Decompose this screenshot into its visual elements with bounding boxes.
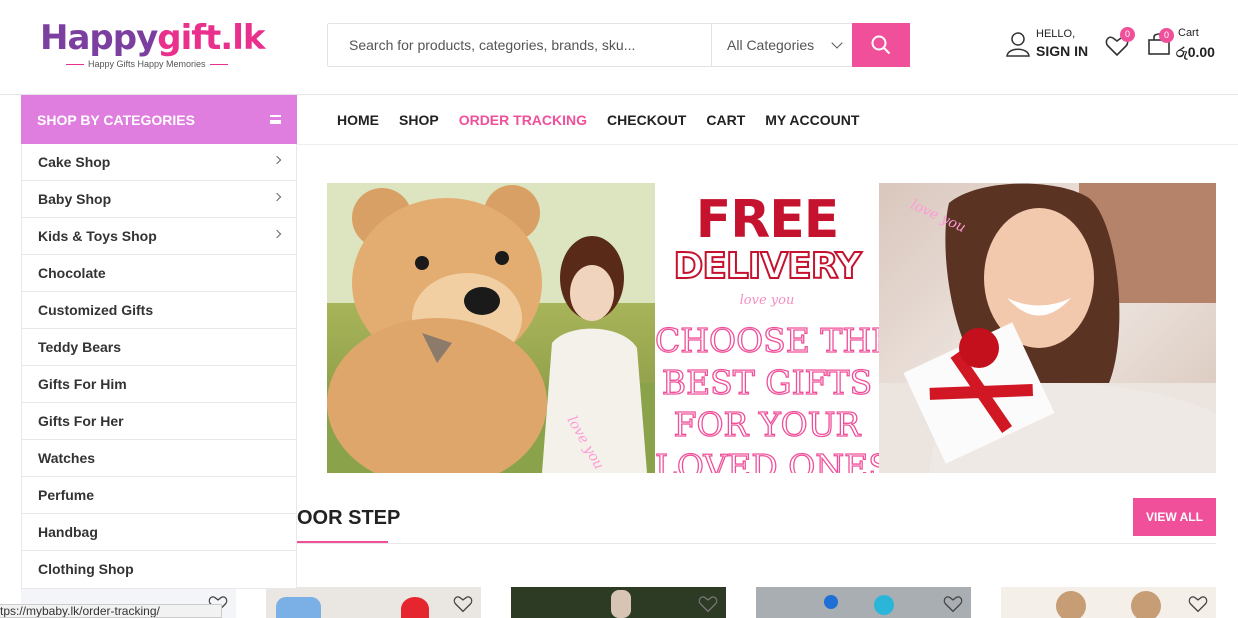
product-thumbnail [276, 597, 321, 618]
banner-love-small: love you [739, 293, 795, 308]
logo-tagline: Happy Gifts Happy Memories [62, 59, 232, 69]
banner-free-delivery: FREE DELIVERY love you CHOOSE THE BEST G… [654, 183, 896, 473]
section-divider [297, 543, 1216, 544]
nav-my-account[interactable]: MY ACCOUNT [765, 112, 859, 128]
category-item-kids-toys-shop[interactable]: Kids & Toys Shop [22, 218, 296, 255]
heart-icon[interactable] [453, 595, 473, 613]
product-card[interactable] [756, 587, 971, 618]
banner-woman-gift-image: love you [879, 183, 1216, 473]
section-title: OOR STEP [297, 507, 401, 529]
hero-banner[interactable]: love you FREE DELIVERY love you CHOOSE T… [327, 183, 1216, 473]
category-item-label: Teddy Bears [38, 339, 121, 355]
product-card[interactable] [266, 587, 481, 618]
sign-in-label: SIGN IN [1036, 43, 1089, 59]
search-bar: All Categories [327, 23, 910, 67]
category-item-cake-shop[interactable]: Cake Shop [22, 144, 296, 181]
banner-headline: FREE [695, 190, 840, 250]
chevron-right-icon [272, 192, 282, 202]
user-icon [1006, 32, 1030, 57]
main-nav: HOME SHOP ORDER TRACKING CHECKOUT CART M… [337, 112, 879, 128]
cart-label: Cart [1178, 27, 1199, 39]
shop-by-categories-label: SHOP BY CATEGORIES [37, 112, 195, 128]
banner-teddy-image: love you [327, 183, 655, 473]
browser-status-url: tps://mybaby.lk/order-tracking/ [0, 604, 222, 618]
nav-cart[interactable]: CART [706, 112, 745, 128]
category-item-clothing-shop[interactable]: Clothing Shop [22, 551, 296, 588]
category-dropdown: Cake Shop Baby Shop Kids & Toys Shop Cho… [21, 144, 297, 589]
wishlist-count-badge: 0 [1120, 27, 1135, 42]
wishlist-button[interactable]: 0 [1105, 27, 1135, 60]
category-item-watches[interactable]: Watches [22, 440, 296, 477]
section-title-underline [297, 541, 388, 543]
category-item-teddy-bears[interactable]: Teddy Bears [22, 329, 296, 366]
search-icon [871, 35, 891, 55]
nav-order-tracking[interactable]: ORDER TRACKING [459, 112, 587, 128]
heart-icon[interactable] [943, 595, 963, 613]
logo-wordmark: Happygift.lk [40, 18, 265, 58]
category-item-label: Handbag [38, 524, 98, 540]
product-thumbnail-ball [874, 595, 894, 615]
product-thumbnail-2 [1131, 591, 1161, 618]
shop-by-categories-button[interactable]: SHOP BY CATEGORIES [21, 95, 297, 144]
product-thumbnail-heart [401, 597, 429, 618]
site-logo[interactable]: Happygift.lk Happy Gifts Happy Memories [40, 18, 270, 74]
product-card[interactable] [511, 587, 726, 618]
category-item-label: Watches [38, 450, 96, 466]
menu-icon [270, 115, 281, 124]
category-item-label: Kids & Toys Shop [38, 228, 157, 244]
category-item-label: Gifts For Him [38, 376, 127, 392]
nav-home[interactable]: HOME [337, 112, 379, 128]
category-item-label: Perfume [38, 487, 95, 503]
category-item-label: Chocolate [38, 265, 106, 281]
category-item-gifts-for-him[interactable]: Gifts For Him [22, 366, 296, 403]
site-header: Happygift.lk Happy Gifts Happy Memories … [0, 0, 1238, 95]
banner-line-2: BEST GIFTS [661, 362, 873, 402]
chevron-right-icon [272, 155, 282, 165]
chevron-right-icon [272, 229, 282, 239]
chevron-down-icon [831, 37, 843, 49]
category-item-chocolate[interactable]: Chocolate [22, 255, 296, 292]
nav-checkout[interactable]: CHECKOUT [607, 112, 686, 128]
banner-line-4: LOVED ONES [654, 446, 891, 473]
category-select[interactable]: All Categories [711, 24, 853, 66]
teddy-bear-illustration: love you [327, 183, 655, 473]
nav-divider [297, 144, 1238, 145]
category-item-label: Cake Shop [38, 154, 111, 170]
category-item-handbag[interactable]: Handbag [22, 514, 296, 551]
search-input[interactable] [328, 24, 711, 66]
product-thumbnail [1056, 591, 1086, 618]
category-select-value: All Categories [727, 37, 815, 53]
banner-subheadline: DELIVERY [672, 246, 862, 287]
cart-count-badge: 0 [1159, 28, 1174, 43]
category-item-gifts-for-her[interactable]: Gifts For Her [22, 403, 296, 440]
banner-line-3: FOR YOUR [673, 404, 861, 444]
account-greeting: HELLO, [1036, 28, 1076, 40]
category-item-label: Gifts For Her [38, 413, 124, 429]
category-item-customized-gifts[interactable]: Customized Gifts [22, 292, 296, 329]
category-item-label: Customized Gifts [38, 302, 154, 318]
view-all-button[interactable]: VIEW ALL [1133, 498, 1216, 536]
account-link[interactable]: HELLO, SIGN IN [1006, 27, 1096, 63]
heart-icon[interactable] [698, 595, 718, 613]
heart-icon[interactable] [1188, 595, 1208, 613]
category-item-label: Clothing Shop [38, 561, 134, 577]
product-thumbnail [824, 595, 838, 609]
search-button[interactable] [852, 23, 910, 67]
product-thumbnail [611, 590, 631, 618]
products-section-header: OOR STEP VIEW ALL [297, 497, 1216, 545]
category-item-perfume[interactable]: Perfume [22, 477, 296, 514]
cart-button[interactable]: 0 Cart රු0.00 [1147, 27, 1227, 63]
product-card[interactable] [1001, 587, 1216, 618]
nav-shop[interactable]: SHOP [399, 112, 439, 128]
category-item-baby-shop[interactable]: Baby Shop [22, 181, 296, 218]
category-item-label: Baby Shop [38, 191, 112, 207]
woman-with-gift-illustration: love you [879, 183, 1216, 473]
cart-amount: රු0.00 [1176, 44, 1215, 60]
banner-line-1: CHOOSE THE [654, 320, 896, 360]
